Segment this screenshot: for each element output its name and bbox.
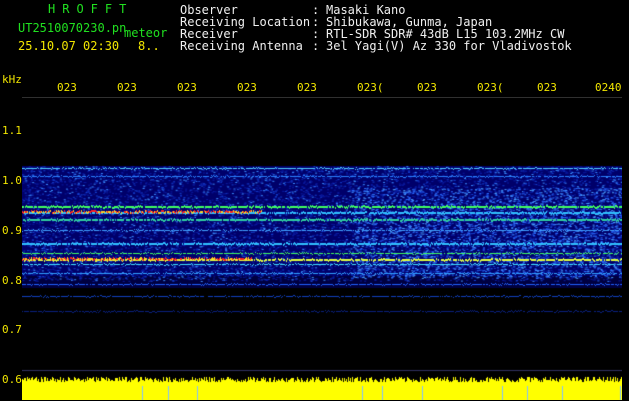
spectrogram-canvas: [22, 98, 622, 400]
y-tick-label: 1.1: [2, 124, 22, 137]
app-title: HROFFT: [48, 2, 134, 16]
x-tick-label: 023: [297, 81, 317, 94]
x-tick-label: 023: [117, 81, 137, 94]
x-tick-label: 023: [417, 81, 437, 94]
axis-unit-label: kHz: [2, 73, 22, 86]
datetime-label: 25.10.07 02:30: [18, 39, 120, 53]
meteor-label: meteor: [124, 26, 168, 40]
x-tick-label: 023: [177, 81, 197, 94]
y-tick-label: 1.0: [2, 174, 22, 187]
y-tick-label: 0.6: [2, 373, 22, 386]
antenna-value: 3el Yagi(V) Az 330 for Vladivostok: [326, 39, 572, 53]
antenna-colon: :: [312, 39, 320, 53]
count-label: 8..: [138, 39, 160, 53]
filename-label: UT2510070230.pn: [18, 21, 127, 35]
x-tick-label: 023(: [477, 81, 504, 94]
y-tick-label: 0.8: [2, 274, 22, 287]
y-tick-label: 0.9: [2, 224, 22, 237]
x-tick-label: 0240: [595, 81, 622, 94]
antenna-label: Receiving Antenna: [180, 39, 303, 53]
y-tick-label: 0.7: [2, 323, 22, 336]
x-tick-label: 023(: [357, 81, 384, 94]
x-tick-label: 023: [237, 81, 257, 94]
x-tick-label: 023: [57, 81, 77, 94]
x-tick-label: 023: [537, 81, 557, 94]
